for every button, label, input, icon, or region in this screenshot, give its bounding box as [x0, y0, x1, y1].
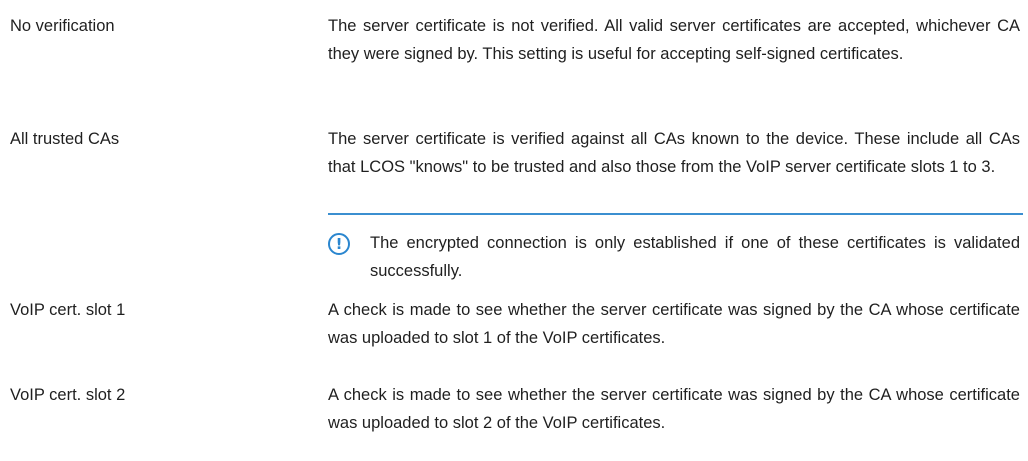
- exclamation-circle-icon: [328, 233, 350, 255]
- term-description: A check is made to see whether the serve…: [328, 386, 1020, 432]
- term-description: A check is made to see whether the serve…: [328, 301, 1020, 347]
- note-divider: [328, 213, 1023, 215]
- term-description: The server certificate is not verified. …: [328, 17, 1020, 63]
- term-label: No verification: [10, 17, 115, 35]
- term-label: VoIP cert. slot 1: [10, 301, 126, 319]
- definition-table: No verification The server certificate i…: [0, 0, 1028, 461]
- term-description: The server certificate is verified again…: [328, 130, 1020, 176]
- term-label: VoIP cert. slot 2: [10, 386, 126, 404]
- term-label: All trusted CAs: [10, 130, 120, 148]
- note-text: The encrypted connection is only establi…: [370, 234, 1020, 280]
